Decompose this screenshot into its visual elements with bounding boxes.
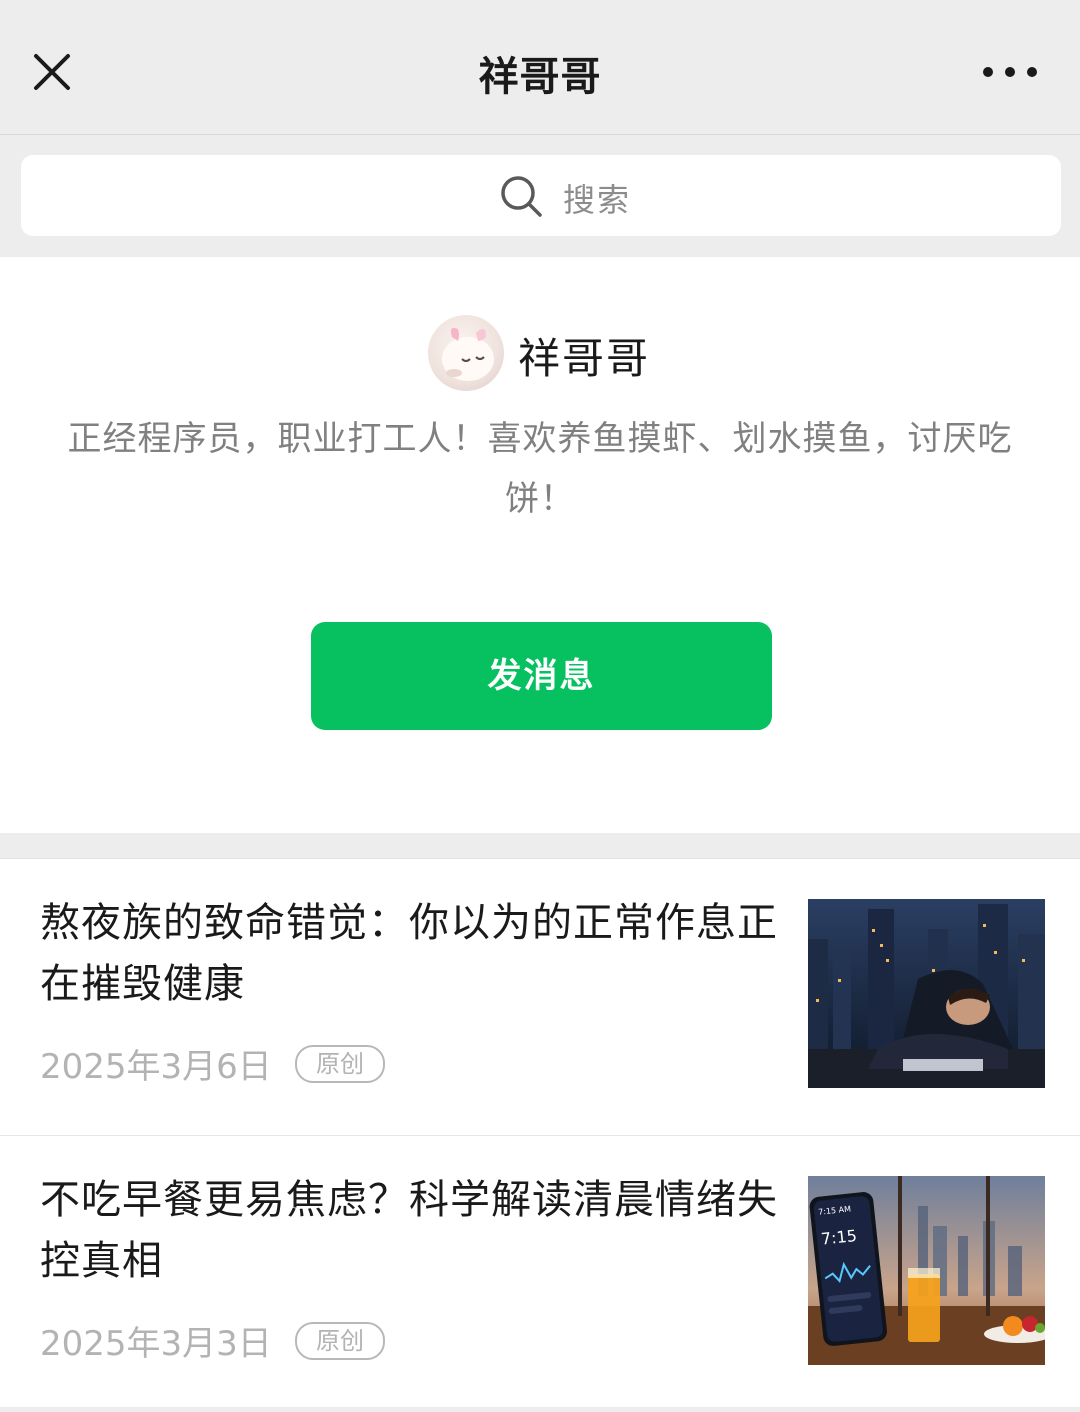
thumbnail-sleeping-worker-image [808, 899, 1045, 1088]
avatar-unicorn-icon [442, 328, 494, 381]
avatar[interactable] [428, 315, 504, 391]
more-dots-icon[interactable] [980, 52, 1040, 92]
original-badge: 原创 [295, 1045, 385, 1083]
article-thumbnail [808, 899, 1045, 1088]
thumbnail-breakfast-phone-image: 7:15 AM 7:15 [808, 1176, 1045, 1365]
profile-bio: 正经程序员，职业打工人！喜欢养鱼摸虾、划水摸鱼，讨厌吃饼！ [67, 419, 1013, 519]
top-bar: 祥哥哥 [0, 0, 1080, 135]
profile-name: 祥哥哥 [518, 334, 651, 383]
article-item[interactable]: 不吃早餐更易焦虑？科学解读清晨情绪失控真相 2025年3月3日 原创 7:15 … [0, 1136, 1080, 1412]
section-divider [0, 833, 1080, 859]
page-title: 祥哥哥 [478, 54, 602, 100]
send-message-button[interactable]: 发消息 [311, 622, 772, 730]
article-thumbnail: 7:15 AM 7:15 [808, 1176, 1045, 1365]
phone-time-large: 7:15 [820, 1226, 858, 1249]
article-date: 2025年3月6日 [40, 1047, 272, 1087]
article-title: 不吃早餐更易焦虑？科学解读清晨情绪失控真相 [40, 1177, 778, 1284]
article-date: 2025年3月3日 [40, 1324, 272, 1364]
search-placeholder: 搜索 [563, 181, 632, 219]
search-input[interactable]: 搜索 [21, 155, 1061, 236]
search-icon [501, 176, 542, 217]
article-item[interactable]: 熬夜族的致命错觉：你以为的正常作息正在摧毁健康 2025年3月6日 原创 [0, 859, 1080, 1136]
article-list: 熬夜族的致命错觉：你以为的正常作息正在摧毁健康 2025年3月6日 原创 不吃早… [0, 859, 1080, 1407]
profile-card: 祥哥哥 正经程序员，职业打工人！喜欢养鱼摸虾、划水摸鱼，讨厌吃饼！ 发消息 [0, 257, 1080, 833]
original-badge: 原创 [295, 1322, 385, 1360]
search-area: 搜索 [0, 135, 1080, 256]
article-title: 熬夜族的致命错觉：你以为的正常作息正在摧毁健康 [40, 900, 778, 1007]
